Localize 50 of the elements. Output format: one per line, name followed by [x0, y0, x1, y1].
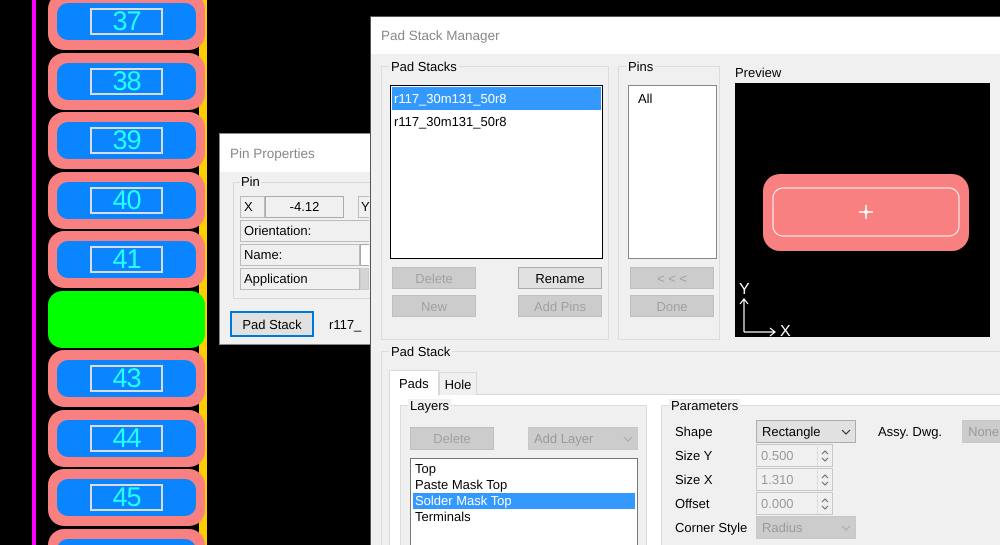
pad-number: 43 — [90, 365, 163, 392]
field-label: Shape — [675, 424, 714, 439]
window-title: Pin Properties — [230, 146, 315, 160]
list-item[interactable]: r117_30m131_50r8 — [392, 87, 601, 110]
pad-number: 37 — [90, 8, 163, 35]
field-label: Offset — [675, 496, 710, 511]
group-label: Pin — [240, 174, 261, 189]
field-label: Y — [358, 196, 369, 218]
field-label: Orientation: — [240, 220, 369, 242]
pad-number: 39 — [90, 127, 163, 154]
list-item[interactable]: Terminals — [413, 509, 635, 525]
pad-number: 40 — [90, 186, 163, 214]
field-label: Size X — [675, 472, 714, 487]
list-item[interactable]: Top — [413, 461, 635, 477]
tab[interactable]: Pads — [389, 370, 439, 396]
group-label: Pad Stack — [389, 345, 452, 358]
list-item[interactable]: All — [630, 87, 715, 110]
axis-label: X — [780, 323, 791, 337]
x-field[interactable]: -4.12 — [265, 196, 344, 218]
list-item[interactable]: Paste Mask Top — [413, 477, 635, 493]
axis-label: Y — [739, 281, 750, 298]
field-label: X — [240, 196, 265, 218]
preview-label: Preview — [735, 65, 782, 80]
window-title: Pad Stack Manager — [381, 28, 500, 43]
field-label: Size Y — [675, 448, 714, 463]
pad-number: 45 — [90, 484, 163, 511]
field-label: Application — [240, 268, 360, 290]
dropdown-field[interactable]: Rectangle — [756, 420, 856, 443]
field-label: Assy. Dwg. — [878, 424, 942, 439]
action-button[interactable]: Rename — [518, 267, 602, 289]
group-label: Pad Stacks — [389, 60, 459, 73]
group-label: Layers — [408, 399, 452, 412]
caret-icon — [623, 436, 633, 442]
axes-icon — [739, 298, 776, 337]
pad-number: 41 — [90, 246, 163, 273]
application-field[interactable] — [360, 268, 369, 290]
group-label: Pins — [626, 60, 656, 73]
pad-number: 38 — [90, 68, 163, 94]
name-field[interactable] — [360, 244, 369, 266]
pad-stack-value: r117_ — [329, 316, 362, 332]
pad-stack-button[interactable]: Pad Stack — [230, 311, 314, 337]
field-label: Corner Style — [675, 520, 748, 535]
field-label: Name: — [240, 244, 360, 266]
group-label: Parameters — [669, 399, 740, 412]
pad-number: 44 — [90, 424, 163, 452]
caret-icon — [841, 428, 851, 434]
list-item[interactable]: Solder Mask Top — [413, 493, 635, 509]
list-item[interactable]: r117_30m131_50r8 — [392, 110, 601, 133]
caret-icon — [841, 524, 851, 530]
tab[interactable]: Hole — [438, 372, 478, 395]
